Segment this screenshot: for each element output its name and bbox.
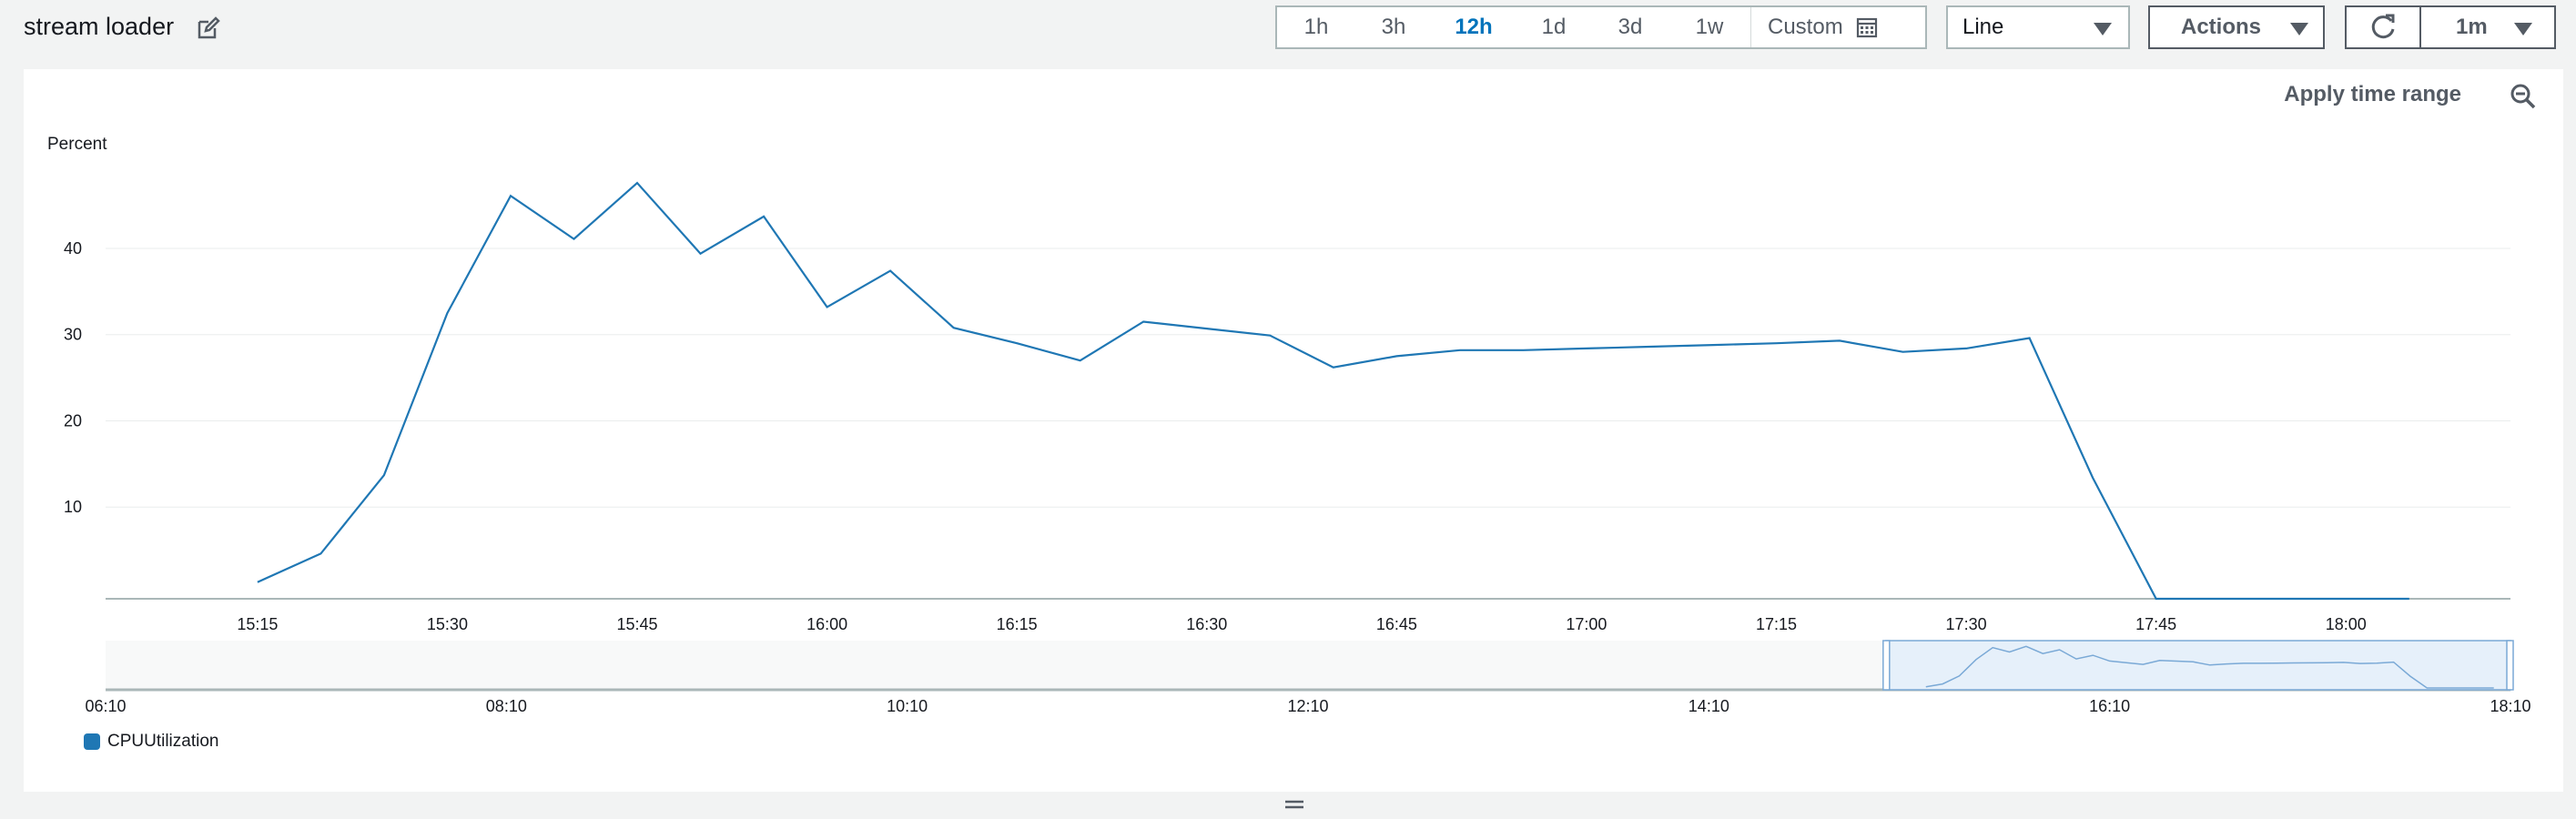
x-tick-label: 16:30 — [1186, 615, 1227, 633]
resize-handle-icon[interactable] — [1283, 797, 1305, 812]
series-line-cpuutilization — [257, 181, 2409, 601]
range-custom[interactable]: Custom — [1750, 7, 1894, 47]
actions-label: Actions — [2181, 15, 2262, 39]
chart-type-value: Line — [1962, 15, 2004, 39]
navigator-right-handle — [2506, 640, 2514, 691]
legend-label: CPUUtilization — [107, 732, 219, 751]
y-axis-ticks: 10 20 30 40 — [64, 239, 82, 516]
caret-down-icon — [2514, 23, 2532, 35]
x-axis-ticks: 15:15 15:30 15:45 16:00 16:15 16:30 16:45 17:00… — [237, 615, 2366, 633]
calendar-icon — [1856, 17, 1877, 38]
x-tick-label: 18:00 — [2326, 615, 2367, 633]
navigator-left-handle — [1882, 640, 1891, 691]
navigator-tick-label: 18:10 — [2490, 697, 2530, 715]
y-tick-label: 10 — [64, 498, 82, 516]
caret-down-icon — [2290, 23, 2308, 35]
navigator-tick-label: 08:10 — [486, 697, 527, 715]
range-1h[interactable]: 1h — [1277, 7, 1355, 47]
x-tick-label: 17:30 — [1946, 615, 1987, 633]
navigator-tick-label: 06:10 — [85, 697, 126, 715]
range-1d[interactable]: 1d — [1516, 7, 1592, 47]
range-12h[interactable]: 12h — [1432, 7, 1516, 47]
line-chart: 10203040 15:15 15:30 15:45 16:00 16:15 16:30 1… — [64, 181, 2531, 715]
navigator-ticks: 06:10 08:10 10:10 12:10 14:10 16:10 18:10 — [85, 697, 2530, 715]
refresh-button[interactable] — [2345, 5, 2421, 49]
x-tick-label: 16:00 — [806, 615, 847, 633]
caret-down-icon — [2094, 23, 2112, 35]
refresh-interval-select[interactable]: 1m — [2419, 5, 2556, 49]
x-tick-label: 15:45 — [616, 615, 657, 633]
actions-button[interactable]: Actions — [2148, 5, 2325, 49]
navigator-tick-label: 16:10 — [2089, 697, 2130, 715]
x-tick-label: 17:15 — [1756, 615, 1797, 633]
x-tick-label: 17:00 — [1566, 615, 1607, 633]
navigator-selection — [1885, 640, 2511, 691]
navigator-tick-label: 10:10 — [887, 697, 928, 715]
grid-lines — [106, 248, 2510, 600]
refresh-icon — [2371, 14, 2395, 39]
legend-swatch[interactable] — [84, 733, 100, 750]
time-range-selector: 1h 3h 12h 1d 3d 1w Custom — [1275, 5, 1927, 49]
x-tick-label: 16:45 — [1376, 615, 1417, 633]
widget-header: stream loader 1h 3h 12h 1d 3d 1w Custom … — [0, 0, 2576, 60]
interval-value: 1m — [2456, 15, 2488, 39]
y-tick-label: 30 — [64, 326, 82, 344]
x-tick-label: 16:15 — [997, 615, 1038, 633]
edit-icon[interactable] — [197, 16, 220, 40]
chart-panel: Apply time range Percent 10 20 30 40 15:15 1… — [24, 69, 2563, 792]
range-3d[interactable]: 3d — [1592, 7, 1668, 47]
chart-type-select[interactable]: Line — [1946, 5, 2130, 49]
custom-label: Custom — [1768, 15, 1843, 39]
series-group — [257, 181, 2409, 601]
range-3h[interactable]: 3h — [1355, 7, 1432, 47]
y-tick-label: 40 — [64, 239, 82, 258]
time-navigator[interactable] — [106, 640, 2514, 692]
range-1w[interactable]: 1w — [1668, 7, 1750, 47]
widget-title: stream loader — [24, 13, 175, 40]
x-tick-label: 17:45 — [2135, 615, 2176, 633]
legend: CPUUtilization — [84, 732, 218, 752]
x-tick-label: 15:15 — [237, 615, 278, 633]
navigator-tick-label: 12:10 — [1287, 697, 1328, 715]
navigator-tick-label: 14:10 — [1689, 697, 1729, 715]
y-tick-label: 20 — [64, 411, 82, 430]
x-tick-label: 15:30 — [427, 615, 468, 633]
